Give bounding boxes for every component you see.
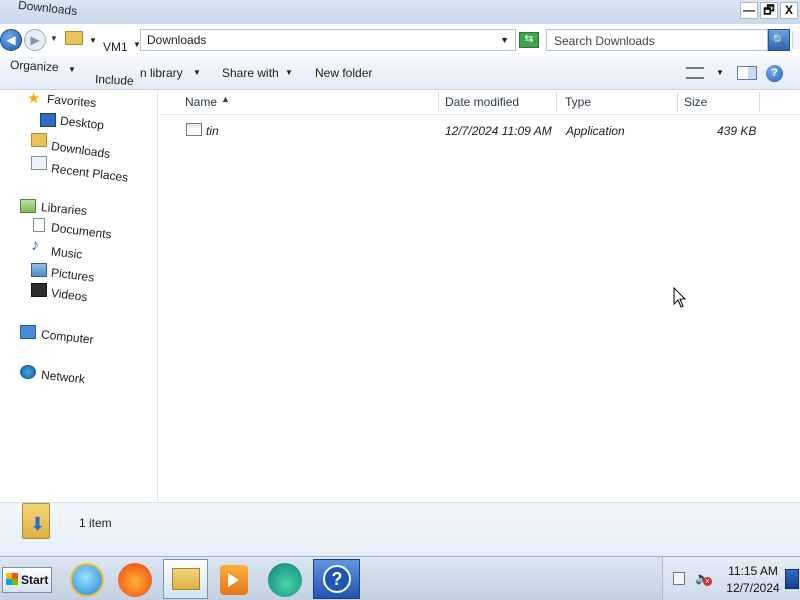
search-icon[interactable]: 🔍 bbox=[768, 29, 790, 51]
videos-icon bbox=[31, 283, 47, 297]
column-divider[interactable] bbox=[556, 92, 557, 112]
header-divider bbox=[159, 114, 800, 115]
mouse-cursor-icon bbox=[673, 287, 687, 308]
edge-icon[interactable] bbox=[268, 563, 302, 597]
nav-videos[interactable]: Videos bbox=[50, 286, 88, 304]
address-history-dropdown-icon[interactable]: ▼ bbox=[500, 35, 509, 45]
restore-button[interactable]: 🗗 bbox=[760, 2, 778, 19]
desktop-icon bbox=[40, 113, 56, 127]
folder-icon bbox=[172, 568, 200, 590]
recent-pages-dropdown-icon[interactable]: ▼ bbox=[50, 34, 58, 43]
title-bar[interactable]: Downloads — 🗗 X bbox=[0, 0, 800, 24]
nav-pictures[interactable]: Pictures bbox=[50, 265, 95, 284]
question-mark-icon: ? bbox=[323, 565, 351, 593]
column-divider[interactable] bbox=[759, 92, 760, 112]
change-view-icon[interactable] bbox=[686, 67, 704, 79]
network-icon bbox=[20, 365, 36, 379]
refresh-button[interactable]: ⇆ bbox=[519, 32, 539, 48]
media-player-icon[interactable] bbox=[220, 565, 248, 595]
help-icon[interactable]: ? bbox=[766, 65, 783, 82]
search-placeholder: Search Downloads bbox=[554, 34, 655, 48]
column-divider[interactable] bbox=[438, 92, 439, 112]
forward-button[interactable]: ▶ bbox=[24, 29, 46, 51]
scroll-stub bbox=[792, 31, 800, 49]
breadcrumb-vm1[interactable]: VM1 bbox=[103, 40, 128, 54]
nav-documents[interactable]: Documents bbox=[50, 220, 112, 241]
internet-explorer-icon[interactable] bbox=[70, 563, 104, 597]
include-in-library-label[interactable]: n library bbox=[140, 66, 183, 80]
window-title: Downloads bbox=[17, 0, 78, 19]
breadcrumb-downloads[interactable]: Downloads bbox=[147, 33, 206, 47]
clock-time[interactable]: 11:15 AM bbox=[723, 564, 783, 578]
include-in-library-dropdown-icon[interactable]: ▼ bbox=[193, 68, 201, 77]
nav-network[interactable]: Network bbox=[40, 368, 85, 387]
folder-icon bbox=[65, 31, 83, 45]
share-with-dropdown-icon[interactable]: ▼ bbox=[285, 68, 293, 77]
preview-pane-icon[interactable] bbox=[737, 66, 757, 80]
play-icon bbox=[228, 573, 240, 587]
nav-music[interactable]: Music bbox=[50, 244, 83, 261]
table-row[interactable]: tin 12/7/2024 11:09 AM Application 439 K… bbox=[159, 120, 800, 142]
address-field[interactable]: Downloads ▼ bbox=[140, 29, 516, 51]
downloads-folder-icon bbox=[31, 133, 47, 147]
start-label: Start bbox=[21, 573, 49, 587]
include-in-library-button[interactable]: Include bbox=[95, 72, 134, 88]
new-folder-button[interactable]: New folder bbox=[315, 66, 372, 80]
column-header-size[interactable]: Size bbox=[684, 95, 707, 119]
file-type: Application bbox=[566, 124, 625, 138]
view-options-dropdown-icon[interactable]: ▼ bbox=[716, 68, 724, 77]
download-arrow-icon: ⬇ bbox=[30, 514, 46, 534]
nav-libraries[interactable]: Libraries bbox=[40, 200, 87, 218]
search-input[interactable]: Search Downloads bbox=[546, 29, 768, 51]
windows-explorer-icon[interactable] bbox=[163, 559, 208, 599]
minimize-button[interactable]: — bbox=[740, 2, 758, 19]
window-controls: — 🗗 X bbox=[740, 2, 798, 19]
clock-date[interactable]: 12/7/2024 bbox=[721, 581, 785, 595]
pictures-icon bbox=[31, 263, 47, 277]
muted-icon: x bbox=[703, 577, 712, 586]
start-button[interactable]: Start bbox=[2, 567, 52, 593]
column-header-date-modified[interactable]: Date modified bbox=[445, 95, 519, 119]
nav-favorites[interactable]: Favorites bbox=[46, 92, 96, 110]
nav-downloads[interactable]: Downloads bbox=[50, 139, 111, 161]
star-icon: ★ bbox=[27, 90, 41, 107]
file-name[interactable]: tin bbox=[206, 124, 219, 138]
libraries-icon bbox=[20, 199, 36, 213]
organize-dropdown-icon[interactable]: ▼ bbox=[68, 65, 76, 74]
file-size: 439 KB bbox=[717, 124, 757, 138]
chevron-down-icon[interactable]: ▼ bbox=[89, 36, 97, 45]
action-center-icon[interactable] bbox=[673, 572, 685, 585]
address-row: ◀ ▶ ▼ ▼ VM1 ▼ Downloads ▼ ⇆ Search Downl… bbox=[0, 24, 800, 56]
computer-icon bbox=[20, 325, 36, 339]
file-date-modified: 12/7/2024 11:09 AM bbox=[445, 124, 552, 138]
navigation-pane: ★ Favorites Desktop Downloads Recent Pla… bbox=[0, 90, 158, 502]
details-pane: ⬇ 1 item bbox=[0, 502, 800, 556]
application-icon bbox=[186, 123, 202, 136]
nav-desktop[interactable]: Desktop bbox=[59, 114, 104, 133]
help-and-support-icon[interactable]: ? bbox=[313, 559, 360, 599]
column-header-name[interactable]: Name bbox=[185, 95, 217, 119]
column-header-type[interactable]: Type bbox=[565, 95, 591, 119]
item-count: 1 item bbox=[79, 516, 112, 530]
firefox-icon[interactable] bbox=[118, 563, 152, 597]
nav-computer[interactable]: Computer bbox=[40, 327, 94, 346]
windows-logo-icon bbox=[6, 573, 18, 585]
taskbar: Start ? 🔈 x 11:15 AM 12/7/2024 bbox=[0, 556, 800, 600]
command-bar: Organize ▼ Include n library ▼ Share wit… bbox=[0, 56, 800, 90]
back-button[interactable]: ◀ bbox=[0, 29, 22, 51]
notification-area: 🔈 x 11:15 AM 12/7/2024 bbox=[662, 557, 800, 600]
file-list[interactable]: Name ▲ Date modified Type Size tin 12/7/… bbox=[159, 90, 800, 502]
organize-button[interactable]: Organize bbox=[10, 58, 59, 75]
documents-icon bbox=[33, 218, 45, 232]
close-button[interactable]: X bbox=[780, 2, 798, 19]
recent-places-icon bbox=[31, 156, 47, 170]
column-divider[interactable] bbox=[677, 92, 678, 112]
nav-recent-places[interactable]: Recent Places bbox=[50, 161, 129, 184]
music-icon: ♪ bbox=[31, 237, 39, 254]
show-desktop-button[interactable] bbox=[785, 569, 799, 589]
share-with-button[interactable]: Share with bbox=[222, 66, 279, 80]
